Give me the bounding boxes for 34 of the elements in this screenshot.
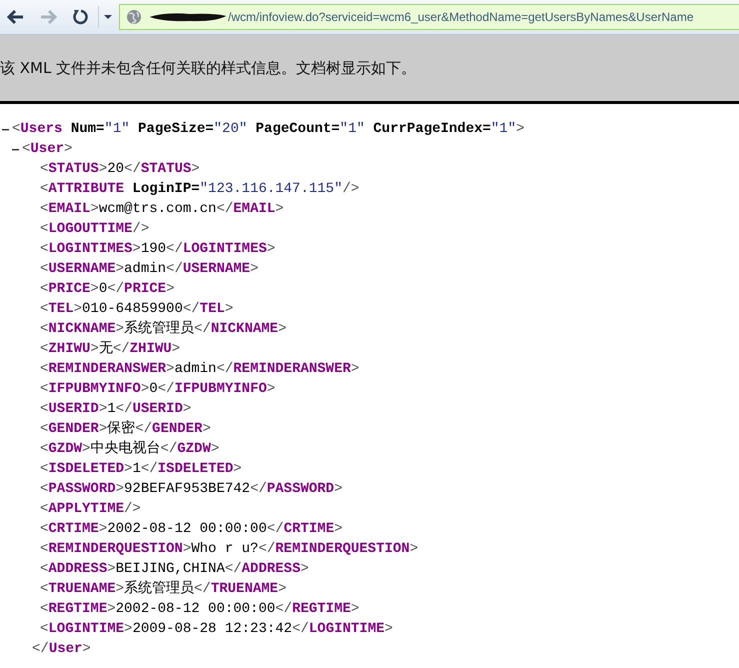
xml-line: <ADDRESS>BEIJING,CHINA</ADDRESS> [40, 560, 309, 579]
xml-line: <User> [22, 140, 72, 159]
xml-line: <TRUENAME>系统管理员</TRUENAME> [40, 579, 286, 599]
info-message: 该 XML 文件并未包含任何关联的样式信息。文档树显示如下。 [0, 58, 416, 78]
xml-line: <LOGOUTTIME/> [40, 220, 150, 239]
globe-icon [126, 9, 142, 25]
xml-line: <USERID>1</USERID> [40, 400, 192, 419]
xml-line: <ISDELETED>1</ISDELETED> [40, 460, 242, 479]
xml-line: <NICKNAME>系统管理员</NICKNAME> [40, 319, 286, 339]
xml-line: <APPLYTIME/> [40, 500, 141, 519]
xml-line: <LOGINTIME>2009-08-28 12:23:42</LOGINTIME> [40, 620, 393, 639]
xml-line: <ATTRIBUTE LoginIP="123.116.147.115"/> [40, 180, 360, 199]
xml-line: <TEL>010-64859900</TEL> [40, 300, 234, 319]
caret-icon[interactable] [103, 14, 113, 20]
xml-line: <REGTIME>2002-08-12 00:00:00</REGTIME> [40, 600, 360, 619]
xml-line: <Users Num="1" PageSize="20" PageCount="1" CurrPageIndex="1"> [12, 120, 525, 139]
xml-line: <USERNAME>admin</USERNAME> [40, 260, 258, 279]
refresh-icon[interactable] [72, 8, 90, 26]
url-text: /wcm/infoview.do?serviceid=wcm6_user&MethodName=getUsersByNames&UserName [228, 10, 694, 24]
xml-line: <EMAIL>wcm@trs.com.cn</EMAIL> [40, 200, 284, 219]
xml-line: <GENDER>保密</GENDER> [40, 419, 211, 439]
back-arrow-icon[interactable] [7, 9, 25, 25]
xml-line: <REMINDERQUESTION>Who r u?</REMINDERQUESTION> [40, 540, 418, 559]
xml-line: <ZHIWU>无</ZHIWU> [40, 340, 180, 359]
xml-line: <LOGINTIMES>190</LOGINTIMES> [40, 240, 276, 259]
xml-line: <CRTIME>2002-08-12 00:00:00</CRTIME> [40, 520, 343, 539]
xml-line: <IFPUBMYINFO>0</IFPUBMYINFO> [40, 380, 276, 399]
xml-line: <REMINDERANSWER>admin</REMINDERANSWER> [40, 360, 360, 379]
xml-line: <STATUS>20</STATUS> [40, 160, 200, 179]
address-bar[interactable]: /wcm/infoview.do?serviceid=wcm6_user&MethodName=getUsersByNames&UserName [119, 4, 739, 30]
xml-line: <PASSWORD>92BEFAF953BE742</PASSWORD> [40, 480, 342, 499]
xml-line: </User> [32, 640, 91, 659]
xml-line: <GZDW>中央电视台</GZDW> [40, 440, 220, 459]
xml-line: <PRICE>0</PRICE> [40, 280, 174, 299]
